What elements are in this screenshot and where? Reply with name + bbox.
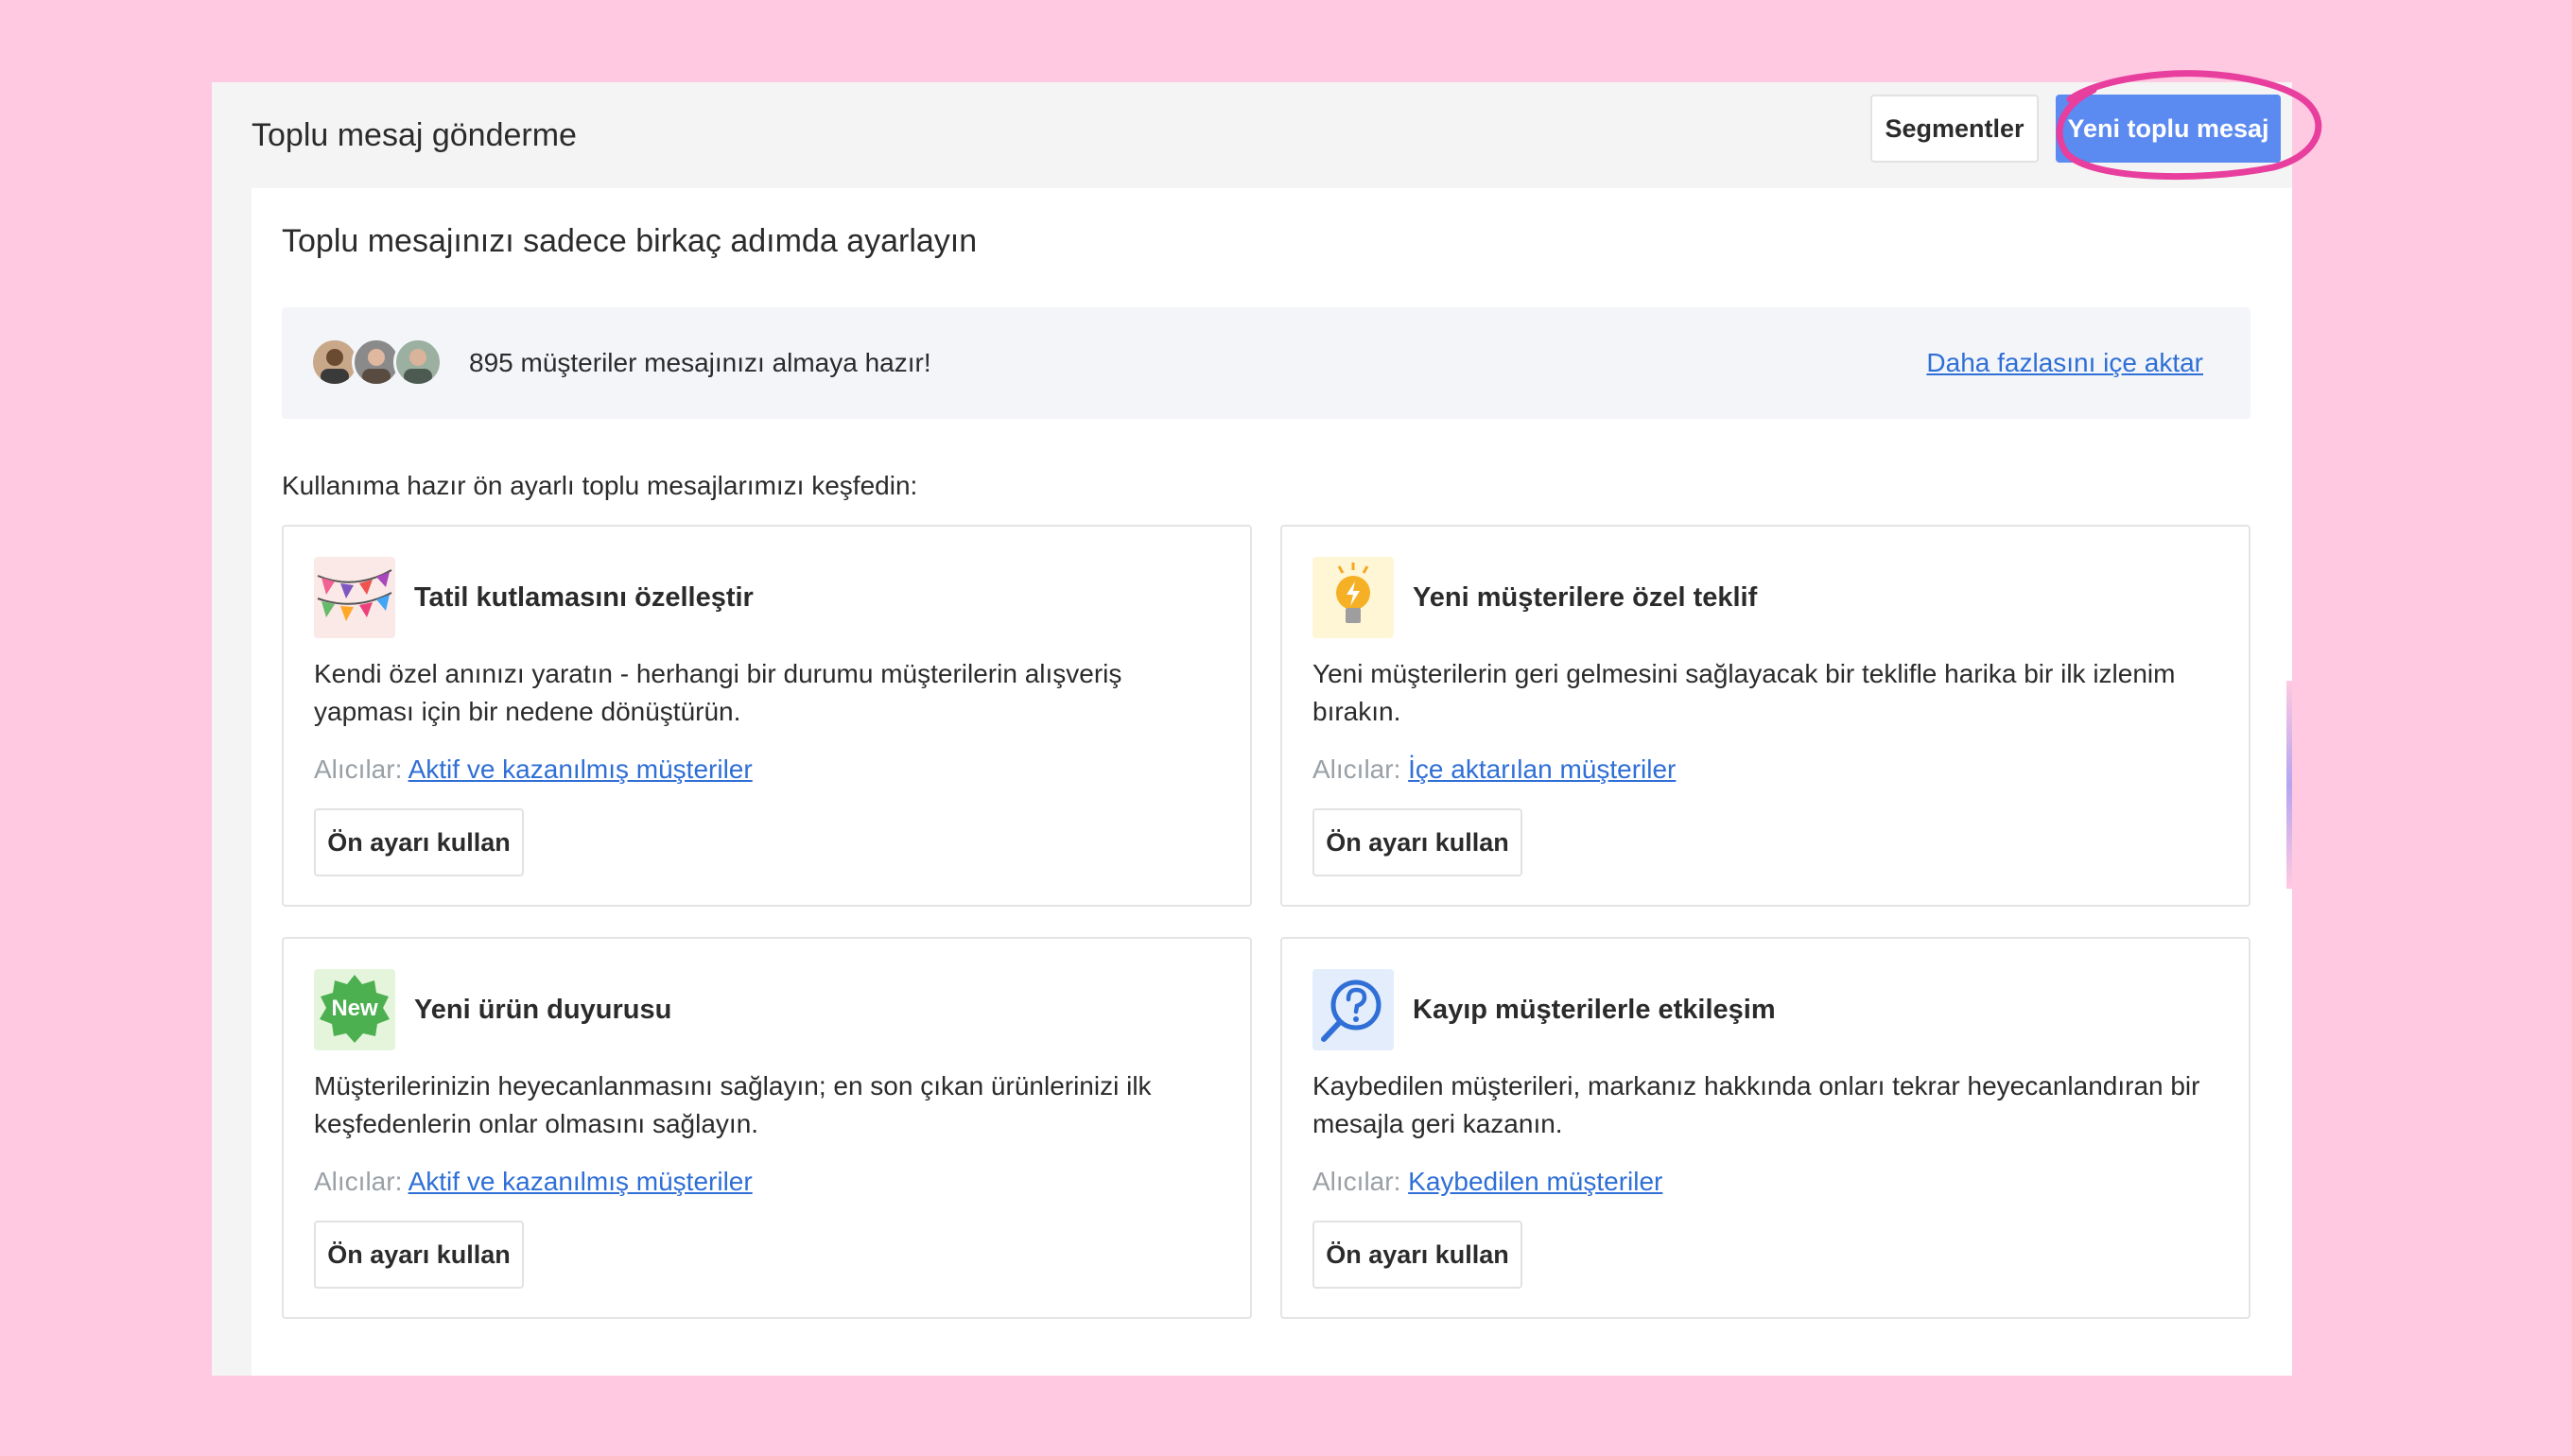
- recipients-label: Alıcılar:: [1312, 754, 1401, 784]
- import-more-link[interactable]: Daha fazlasını içe aktar: [1926, 339, 2203, 387]
- customer-info-bar: 895 müşteriler mesajınızı almaya hazır! …: [282, 307, 2250, 419]
- card-recipients: Alıcılar: Aktif ve kazanılmış müşteriler: [314, 746, 753, 793]
- recipients-link[interactable]: Aktif ve kazanılmış müşteriler: [408, 754, 753, 784]
- recipients-label: Alıcılar:: [1312, 1167, 1401, 1196]
- card-description: Kendi özel anınızı yaratın - herhangi bi…: [314, 659, 1122, 726]
- avatar: [393, 338, 443, 387]
- card-description: Kaybedilen müşterileri, markanız hakkınd…: [1312, 1071, 2200, 1138]
- section-subtitle: Toplu mesajınızı sadece birkaç adımda ay…: [282, 223, 978, 259]
- card-description: Müşterilerinizin heyecanlanmasını sağlay…: [314, 1071, 1152, 1138]
- preset-card-holiday: Tatil kutlamasını özelleştir Kendi özel …: [282, 525, 1252, 907]
- card-description: Yeni müşterilerin geri gelmesini sağlaya…: [1312, 659, 2176, 726]
- recipients-link[interactable]: Kaybedilen müşteriler: [1408, 1167, 1662, 1196]
- question-magnifier-icon: [1312, 969, 1394, 1050]
- page-title: Toplu mesaj gönderme: [252, 117, 577, 153]
- use-preset-button[interactable]: Ön ayarı kullan: [1312, 808, 1522, 876]
- card-title: Yeni müşterilere özel teklif: [1413, 582, 1758, 613]
- lightbulb-icon: [1312, 557, 1394, 638]
- new-badge-icon: New: [314, 969, 395, 1050]
- new-badge-text: New: [331, 996, 378, 1021]
- card-title: Yeni ürün duyurusu: [414, 995, 672, 1025]
- preset-card-new-customer-offer: Yeni müşterilere özel teklif Yeni müşter…: [1280, 525, 2250, 907]
- recipients-link[interactable]: Aktif ve kazanılmış müşteriler: [408, 1167, 753, 1196]
- bunting-flags-icon: [314, 557, 395, 638]
- presets-heading: Kullanıma hazır ön ayarlı toplu mesajlar…: [282, 471, 918, 500]
- use-preset-button[interactable]: Ön ayarı kullan: [314, 808, 524, 876]
- recipients-label: Alıcılar:: [314, 1167, 403, 1196]
- recipients-label: Alıcılar:: [314, 754, 403, 784]
- card-recipients: Alıcılar: Aktif ve kazanılmış müşteriler: [314, 1158, 753, 1205]
- bulk-message-panel: Toplu mesaj gönderme Segmentler Yeni top…: [212, 70, 2322, 1376]
- use-preset-button[interactable]: Ön ayarı kullan: [314, 1221, 524, 1289]
- ready-customers-text: 895 müşteriler mesajınızı almaya hazır!: [469, 348, 931, 377]
- card-recipients: Alıcılar: Kaybedilen müşteriler: [1312, 1158, 1662, 1205]
- segments-button[interactable]: Segmentler: [1870, 95, 2039, 163]
- preset-card-lost-customers: Kayıp müşterilerle etkileşim Kaybedilen …: [1280, 937, 2250, 1319]
- card-title: Tatil kutlamasını özelleştir: [414, 582, 754, 613]
- new-bulk-message-button[interactable]: Yeni toplu mesaj: [2056, 95, 2281, 163]
- recipients-link[interactable]: İçe aktarılan müşteriler: [1408, 754, 1676, 784]
- scroll-glow: [2286, 681, 2292, 889]
- card-recipients: Alıcılar: İçe aktarılan müşteriler: [1312, 746, 1676, 793]
- card-title: Kayıp müşterilerle etkileşim: [1413, 995, 1776, 1025]
- preset-card-new-product: New Yeni ürün duyurusu Müşterilerinizin …: [282, 937, 1252, 1319]
- main-content: Toplu mesajınızı sadece birkaç adımda ay…: [252, 188, 2292, 1376]
- use-preset-button[interactable]: Ön ayarı kullan: [1312, 1221, 1522, 1289]
- customer-avatars: [310, 338, 443, 389]
